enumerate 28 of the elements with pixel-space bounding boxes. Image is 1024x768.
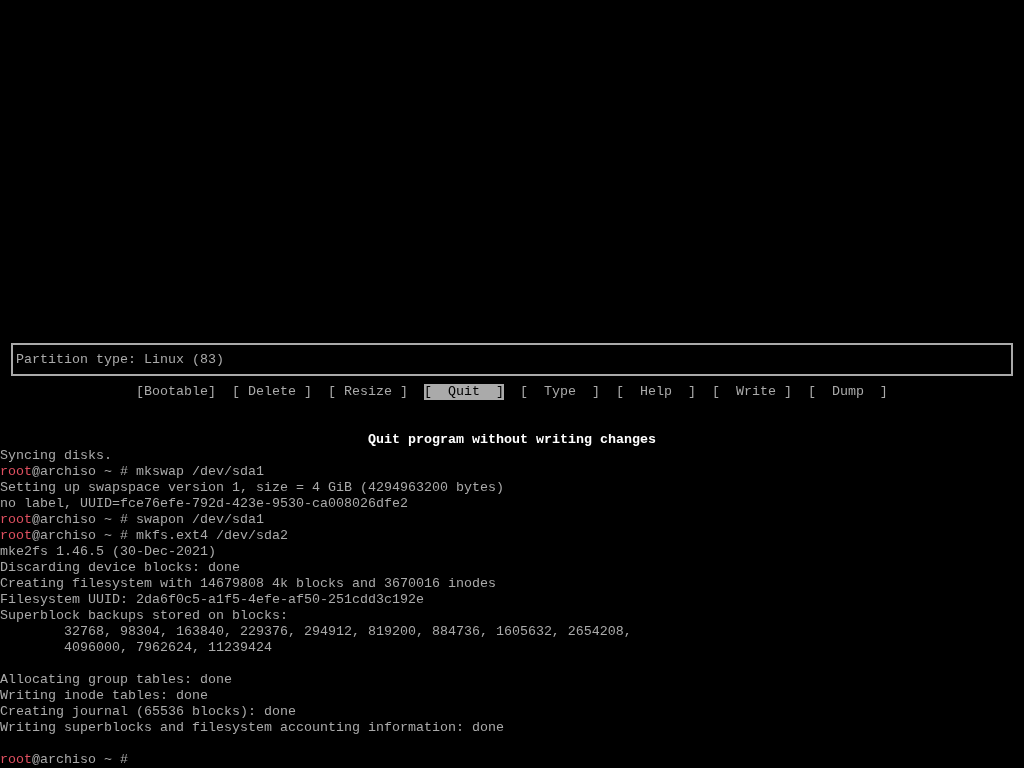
output-line: Creating filesystem with 14679808 4k blocks and 3670016 inodes [0,576,496,592]
menu-button[interactable]: [ Delete ] [232,384,312,400]
output-line: Allocating group tables: done [0,672,232,688]
partition-type-text: Partition type: Linux (83) [16,351,224,368]
hint-text: Quit program without writing changes [368,432,656,448]
output-line: mke2fs 1.46.5 (30-Dec-2021) [0,544,216,560]
prompt-line: root@archiso ~ # [0,752,129,768]
output-line: Creating journal (65536 blocks): done [0,704,296,720]
output-line: 4096000, 7962624, 11239424 [63,640,272,656]
output-line: Superblock backups stored on blocks: [0,608,288,624]
output-line: Writing inode tables: done [0,688,208,704]
output-line: Syncing disks. [0,448,112,464]
menu-button[interactable]: [ Help ] [615,384,696,400]
output-line: no label, UUID=fce76efe-792d-423e-9530-ca008026dfe2 [0,496,408,512]
menu-button[interactable]: [Bootable] [136,384,216,400]
prompt-line: root@archiso ~ # swapon /dev/sda1 [0,512,264,528]
menu-button[interactable]: [ Type ] [519,384,600,400]
output-line: Discarding device blocks: done [0,560,240,576]
prompt-line: root@archiso ~ # mkswap /dev/sda1 [0,464,264,480]
output-line: 32768, 98304, 163840, 229376, 294912, 819200, 884736, 1605632, 2654208, [63,624,632,640]
prompt-line: root@archiso ~ # mkfs.ext4 /dev/sda2 [0,528,288,544]
menu-button[interactable]: [ Quit ] [423,384,504,400]
output-line: Writing superblocks and filesystem accounting information: done [0,720,504,736]
menu-button[interactable]: [ Dump ] [807,384,888,400]
menu-button[interactable]: [ Write ] [711,384,792,400]
output-line: Setting up swapspace version 1, size = 4 GiB (4294963200 bytes) [0,480,504,496]
output-line: Filesystem UUID: 2da6f0c5-a1f5-4efe-af50-251cdd3c192e [0,592,424,608]
menu-button[interactable]: [ Resize ] [327,384,408,400]
